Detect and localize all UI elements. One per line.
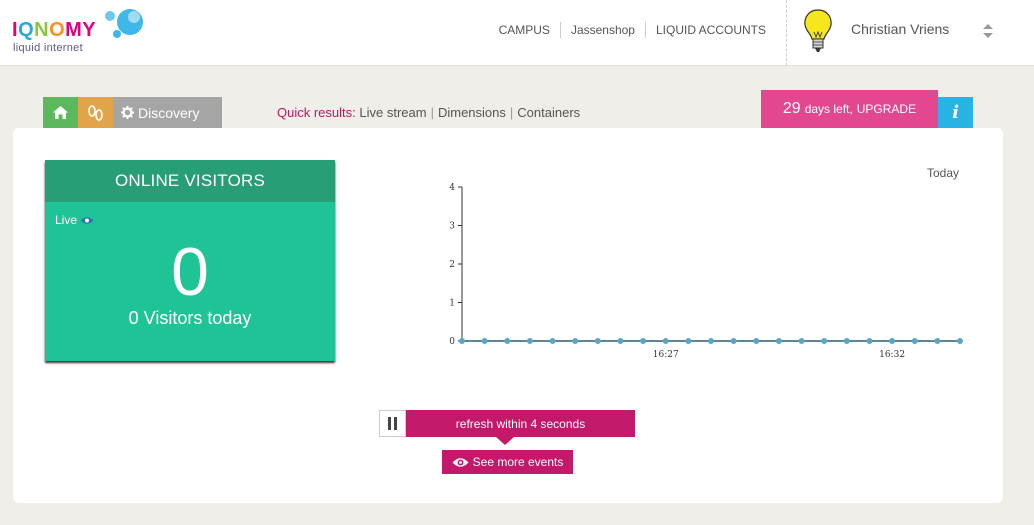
data-point (934, 338, 941, 344)
quick-link-live-stream[interactable]: Live stream (359, 105, 426, 120)
gear-icon (121, 106, 134, 119)
eye-icon (80, 216, 94, 224)
days-left-label: days left, (804, 102, 853, 116)
data-point (957, 338, 963, 344)
sort-caret-icon[interactable] (982, 22, 994, 40)
data-point (730, 338, 737, 344)
card-title: ONLINE VISITORS (45, 160, 335, 202)
data-point (798, 338, 805, 344)
data-point (775, 338, 782, 344)
user-divider (786, 0, 787, 66)
data-point (481, 338, 488, 344)
live-label: Live (55, 213, 78, 227)
data-point (685, 338, 692, 344)
data-point (753, 338, 760, 344)
data-point (526, 338, 533, 344)
quick-results: Quick results: Live stream | Dimensions | Co… (277, 105, 581, 120)
logo-bubble-icon (105, 9, 143, 38)
nav-liquid-accounts[interactable]: LIQUID ACCOUNTS (646, 22, 776, 38)
data-point (821, 338, 828, 344)
home-button[interactable] (43, 97, 78, 128)
quick-link-dimensions[interactable]: Dimensions (438, 105, 506, 120)
see-more-events-button[interactable]: See more events (442, 450, 573, 474)
info-icon: i (952, 102, 959, 123)
iqnomy-logo[interactable]: IQNOMY liquid internet (12, 6, 143, 56)
pause-icon-bar (394, 417, 397, 430)
data-point (843, 338, 850, 344)
data-point (662, 338, 669, 344)
data-point (889, 338, 896, 344)
logo-wordmark: IQNOMY (12, 19, 97, 41)
days-left-count: 29 (782, 100, 801, 117)
online-visitors-card: ONLINE VISITORS Live 0 0 Visitors today (45, 160, 335, 361)
data-point (459, 338, 465, 344)
data-point (866, 338, 873, 344)
quick-results-label: Quick results: (277, 105, 356, 120)
see-more-label: See more events (472, 455, 564, 469)
info-button[interactable]: i (938, 97, 973, 128)
top-nav: CAMPUS Jassenshop LIQUID ACCOUNTS (489, 22, 776, 38)
nav-campus[interactable]: CAMPUS (489, 22, 560, 38)
upgrade-label: UPGRADE (856, 102, 917, 116)
refresh-status: refresh within 4 seconds (406, 410, 635, 437)
top-header: IQNOMY liquid internet CAMPUS Jassenshop… (0, 0, 1034, 66)
lightbulb-icon (804, 9, 832, 52)
y-tick-label: 4 (449, 183, 455, 193)
pause-icon-bar (388, 417, 391, 430)
visitors-line-chart: 0 1 2 3 4 16:27 16:32 (449, 183, 963, 360)
data-point (708, 338, 714, 344)
discovery-button[interactable]: Discovery (113, 97, 222, 128)
y-tick-label: 1 (449, 299, 455, 309)
chart-period-label: Today (927, 166, 960, 180)
pause-button[interactable] (379, 410, 406, 437)
y-tick-label: 3 (449, 222, 455, 232)
user-name[interactable]: Christian Vriens (851, 21, 949, 37)
data-point (504, 338, 511, 344)
data-point (640, 338, 647, 344)
home-icon (53, 106, 68, 119)
data-point (572, 338, 579, 344)
x-tick-label: 16:27 (653, 350, 679, 360)
y-tick-label: 2 (449, 260, 455, 270)
nav-jassenshop[interactable]: Jassenshop (561, 22, 645, 38)
data-point (617, 338, 624, 344)
footprints-icon (87, 104, 103, 121)
x-tick-label: 16:32 (879, 350, 905, 360)
visitor-count: 0 (171, 234, 209, 310)
quick-link-containers[interactable]: Containers (517, 105, 580, 120)
data-point (549, 338, 556, 344)
logo-tagline: liquid internet (13, 42, 83, 54)
links-button[interactable] (78, 97, 113, 128)
upgrade-button[interactable]: 29 days left, UPGRADE (761, 90, 938, 128)
live-indicator: Live (55, 213, 94, 227)
refresh-pointer (496, 437, 514, 445)
data-point (594, 338, 601, 344)
y-tick-label: 0 (449, 337, 455, 347)
discovery-label: Discovery (138, 104, 200, 121)
visitors-today: 0 Visitors today (128, 308, 252, 328)
data-point (911, 338, 918, 344)
eye-icon (452, 457, 469, 467)
